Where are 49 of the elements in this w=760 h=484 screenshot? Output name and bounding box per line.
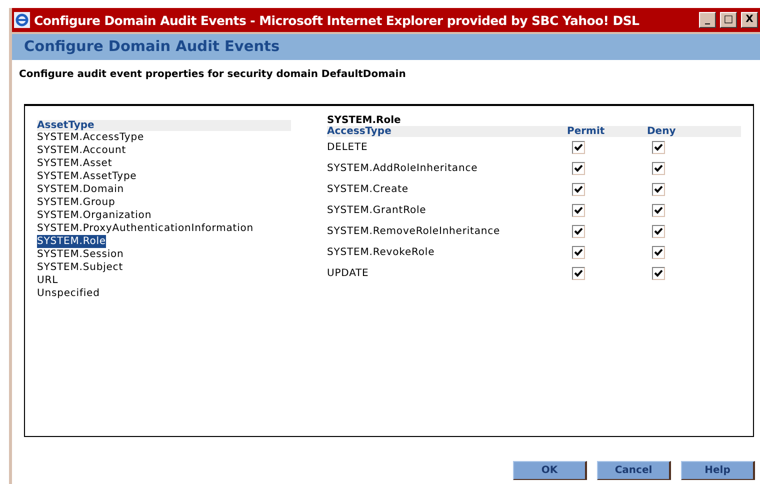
dialog-button[interactable]: OK [513, 461, 587, 480]
checkbox[interactable] [572, 246, 585, 259]
list-item[interactable]: SYSTEM.Account [37, 144, 126, 157]
checkbox[interactable] [572, 267, 585, 280]
checkbox[interactable] [652, 204, 665, 217]
subtitle: Configure audit event properties for security domain DefaultDomain [19, 69, 407, 80]
checkbox[interactable] [572, 204, 585, 217]
window-control-button[interactable]: □ [720, 12, 737, 28]
table-title: SYSTEM.Role [327, 115, 402, 126]
table-cell-text: SYSTEM.RevokeRole [327, 246, 436, 260]
list-item[interactable]: SYSTEM.AccessType [37, 131, 144, 144]
list-item[interactable]: Unspecified [37, 287, 100, 300]
table-cell-text: SYSTEM.RemoveRoleInheritance [327, 225, 502, 239]
column-header: AccessType [327, 126, 567, 137]
table-cell-text: DELETE [327, 141, 369, 155]
list-item[interactable]: SYSTEM.Group [37, 196, 116, 209]
column-header: Permit [567, 126, 647, 137]
browser-icon [14, 12, 30, 28]
table-cell-text: SYSTEM.Create [327, 183, 410, 197]
checkbox[interactable] [572, 162, 585, 175]
window-title: Configure Domain Audit Events - Microsoft Internet Explorer provided by SBC Yahoo! DSL [34, 12, 640, 28]
window-control-button[interactable]: X [741, 12, 758, 28]
checkbox[interactable] [652, 267, 665, 280]
list-item[interactable]: URL [37, 274, 58, 287]
checkbox[interactable] [652, 141, 665, 154]
checkbox[interactable] [652, 225, 665, 238]
list-item[interactable]: SYSTEM.Session [37, 248, 124, 261]
dialog-button[interactable]: Cancel [597, 461, 671, 480]
checkbox[interactable] [652, 162, 665, 175]
checkbox[interactable] [572, 141, 585, 154]
checkbox[interactable] [652, 246, 665, 259]
table-cell-text: UPDATE [327, 267, 370, 281]
column-header: AssetType [37, 120, 291, 131]
list-item[interactable]: SYSTEM.ProxyAuthenticationInformation [37, 222, 254, 235]
list-item[interactable]: SYSTEM.Domain [37, 183, 124, 196]
list-item[interactable]: SYSTEM.Subject [37, 261, 124, 274]
list-item[interactable]: SYSTEM.Role [37, 235, 106, 248]
checkbox[interactable] [572, 225, 585, 238]
checkbox[interactable] [652, 183, 665, 196]
dialog-button[interactable]: Help [681, 461, 755, 480]
list-item[interactable]: SYSTEM.Organization [37, 209, 152, 222]
list-item[interactable]: SYSTEM.Asset [37, 157, 112, 170]
page-heading: Configure Domain Audit Events [24, 39, 280, 55]
table-cell-text: SYSTEM.AddRoleInheritance [327, 162, 479, 176]
column-header: Deny [647, 126, 741, 137]
window-control-button[interactable]: _ [699, 12, 716, 28]
list-item[interactable]: SYSTEM.AssetType [37, 170, 137, 183]
checkbox[interactable] [572, 183, 585, 196]
table-cell-text: SYSTEM.GrantRole [327, 204, 428, 218]
